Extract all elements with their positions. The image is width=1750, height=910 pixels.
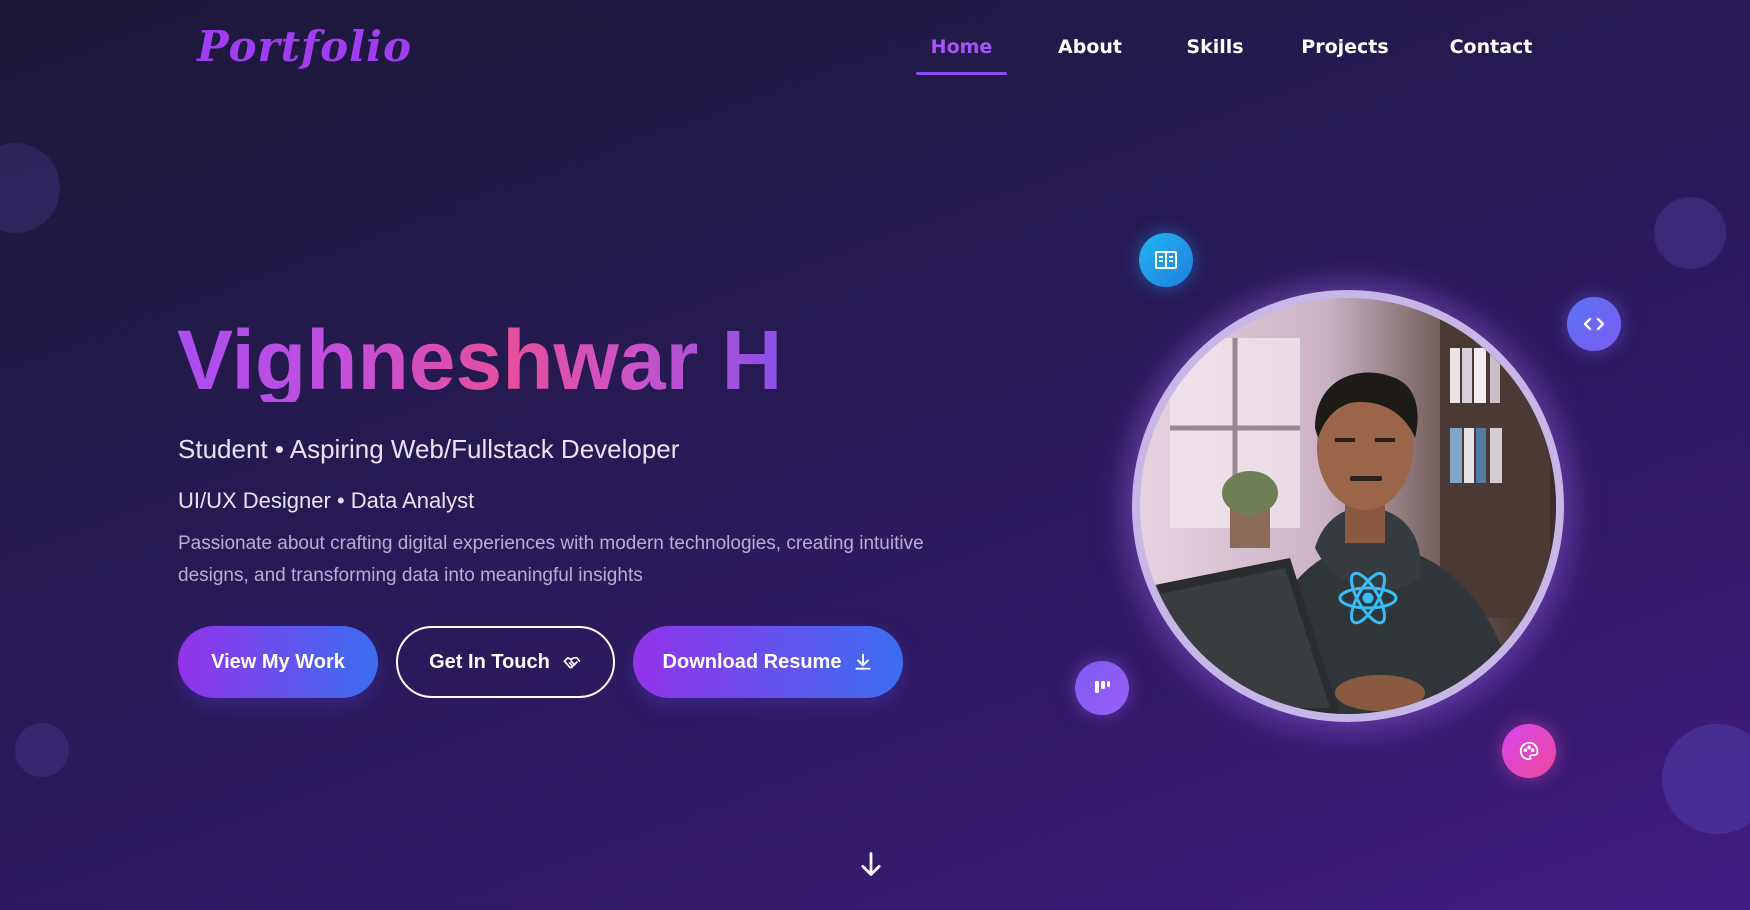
main-nav: Home About Skills Projects Contact xyxy=(0,36,1750,84)
hero-description: Passionate about crafting digital experi… xyxy=(178,533,924,586)
view-work-label: View My Work xyxy=(211,650,345,673)
hero-roles: UI/UX Designer • Data Analyst xyxy=(178,488,475,513)
view-work-button[interactable]: View My Work xyxy=(178,626,378,698)
figma-icon xyxy=(1075,661,1129,715)
nav-about[interactable]: About xyxy=(1050,36,1130,58)
arrow-down-icon[interactable] xyxy=(857,850,885,878)
get-in-touch-button[interactable]: Get In Touch xyxy=(396,626,615,698)
nav-home[interactable]: Home xyxy=(916,36,1007,58)
get-in-touch-label: Get In Touch xyxy=(429,650,550,673)
decorative-blob xyxy=(1662,724,1750,834)
hero-subtitle: Student • Aspiring Web/Fullstack Develop… xyxy=(178,434,680,464)
download-icon xyxy=(853,652,873,672)
nav-contact[interactable]: Contact xyxy=(1446,36,1536,58)
handshake-icon xyxy=(562,652,582,672)
code-icon xyxy=(1567,297,1621,351)
nav-skills[interactable]: Skills xyxy=(1180,36,1250,58)
profile-photo xyxy=(1132,290,1564,722)
nav-projects[interactable]: Projects xyxy=(1300,36,1390,58)
hero-name: Vighneshwar H xyxy=(177,313,783,407)
document-icon xyxy=(1139,233,1193,287)
nav-active-indicator xyxy=(916,72,1007,75)
decorative-blob xyxy=(1654,197,1726,269)
palette-icon xyxy=(1502,724,1556,778)
download-resume-label: Download Resume xyxy=(662,650,842,673)
decorative-blob xyxy=(15,723,69,777)
download-resume-button[interactable]: Download Resume xyxy=(633,626,903,698)
decorative-blob xyxy=(0,143,60,233)
